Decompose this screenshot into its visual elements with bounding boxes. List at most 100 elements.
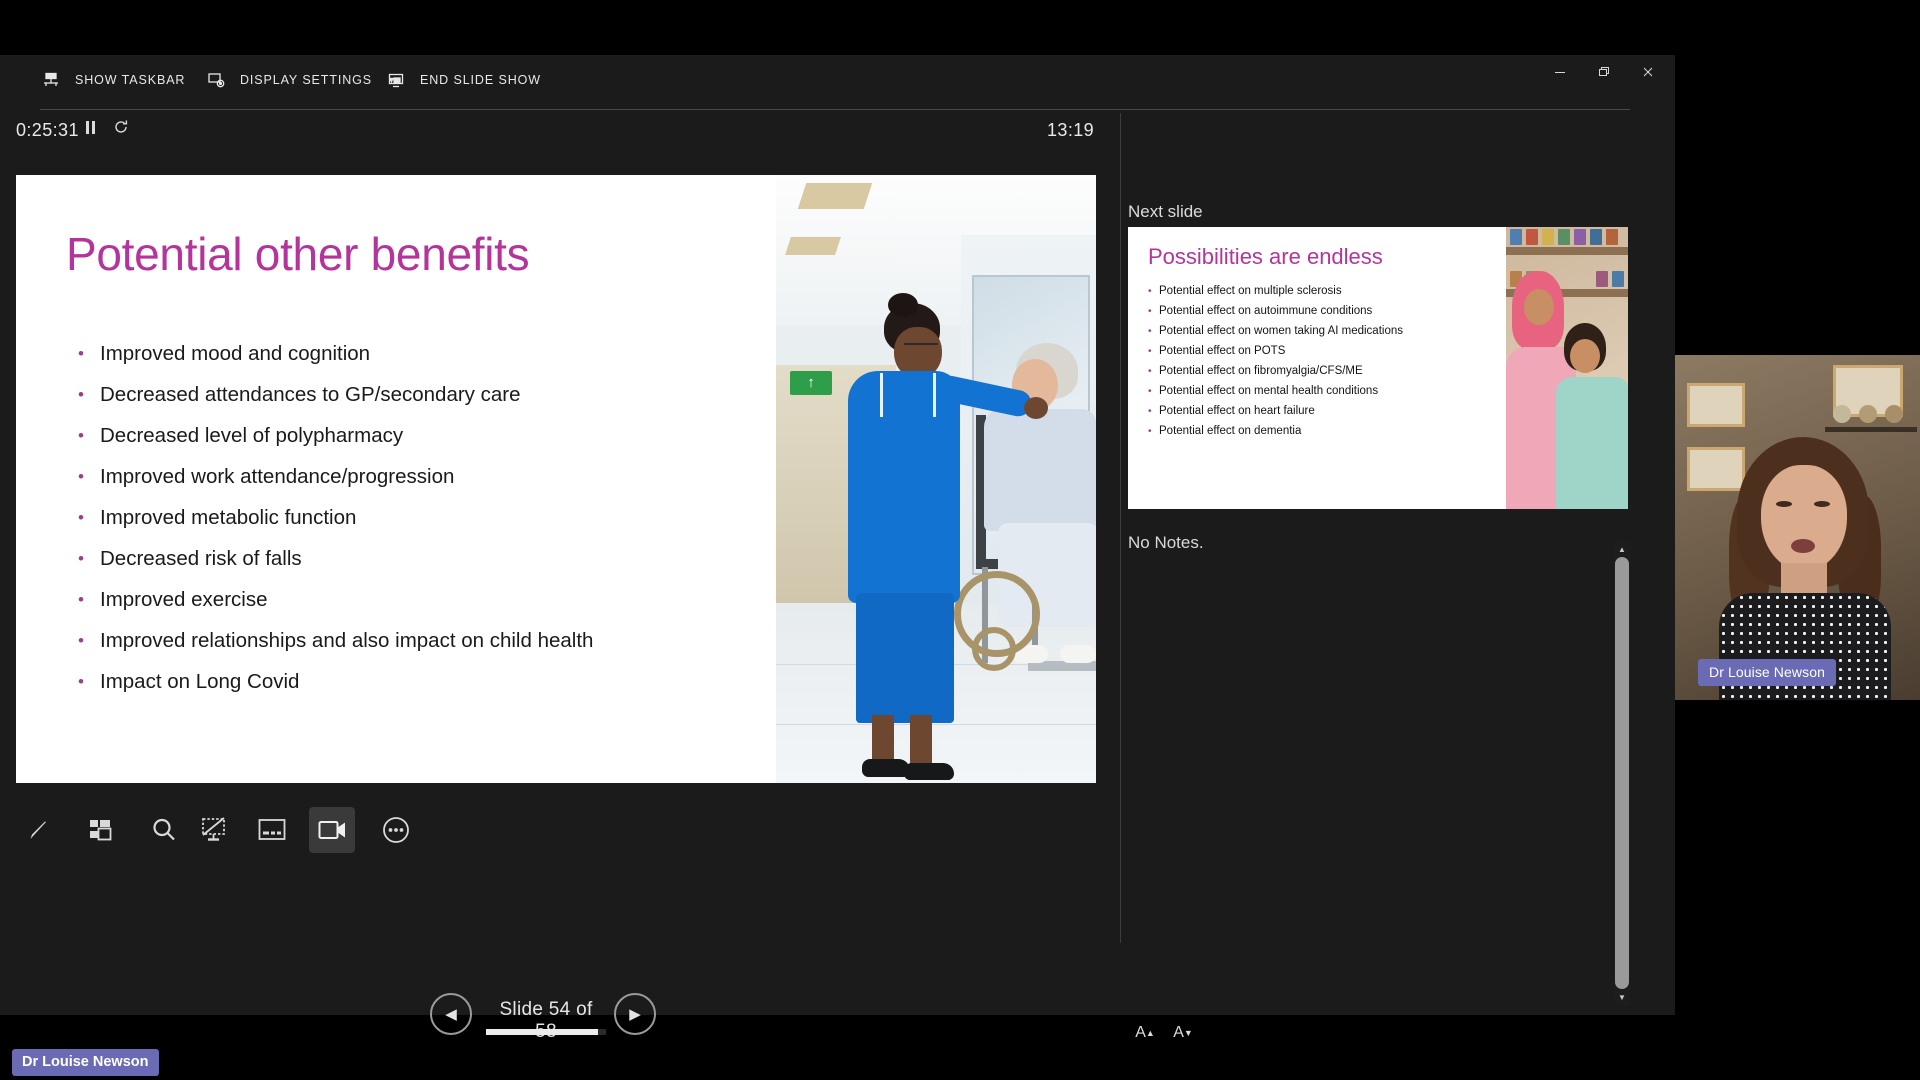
bullet-text: Improved work attendance/progression: [100, 465, 455, 489]
bullet-icon: •: [78, 631, 84, 651]
list-item: • Potential effect on dementia: [1148, 425, 1468, 438]
bullet-icon: •: [78, 344, 84, 363]
list-item: • Potential effect on autoimmune conditi…: [1148, 305, 1468, 318]
bullet-icon: •: [78, 467, 84, 487]
minimize-button[interactable]: [1537, 55, 1583, 89]
see-all-slides-icon[interactable]: [78, 807, 124, 853]
previous-slide-button[interactable]: ◀: [430, 993, 472, 1035]
bullet-text: Potential effect on women taking AI medi…: [1159, 325, 1403, 337]
bullet-text: Potential effect on fibromyalgia/CFS/ME: [1159, 365, 1363, 377]
display-settings-label: DISPLAY SETTINGS: [240, 73, 373, 87]
increase-font-label: A: [1135, 1024, 1146, 1041]
slide-bullet-list: • Improved mood and cognition • Decrease…: [78, 342, 778, 712]
show-taskbar-label: SHOW TASKBAR: [75, 73, 186, 87]
timer-row: 0:25:31 13:19: [0, 111, 1675, 155]
current-slide-preview[interactable]: Potential other benefits • Improved mood…: [16, 175, 1096, 783]
slide-counter: Slide 54 of 58: [499, 999, 593, 1042]
bullet-icon: •: [1148, 306, 1152, 317]
list-item: • Potential effect on mental health cond…: [1148, 385, 1468, 398]
bullet-text: Potential effect on multiple sclerosis: [1159, 285, 1342, 297]
pen-icon[interactable]: [16, 807, 62, 853]
bullet-icon: •: [1148, 346, 1152, 357]
subtitles-icon[interactable]: [249, 807, 295, 853]
end-slide-show-icon: [385, 69, 407, 91]
bullet-icon: •: [78, 590, 84, 610]
taskbar-participant-name[interactable]: Dr Louise Newson: [12, 1049, 159, 1076]
slide-progress-bar[interactable]: [486, 1029, 606, 1035]
scroll-down-arrow-icon[interactable]: ▼: [1614, 989, 1630, 1005]
bullet-text: Decreased attendances to GP/secondary ca…: [100, 383, 521, 407]
bullet-text: Improved metabolic function: [100, 506, 357, 530]
bullet-icon: •: [78, 426, 84, 446]
reset-timer-button[interactable]: [113, 119, 135, 135]
next-arrow-icon: ▶: [629, 1006, 641, 1023]
pause-timer-button[interactable]: [85, 120, 107, 135]
bullet-text: Potential effect on mental health condit…: [1159, 385, 1379, 397]
slide-photo: [776, 175, 1096, 783]
next-slide-thumbnail[interactable]: Possibilities are endless • Potential ef…: [1128, 227, 1628, 509]
end-slide-show-label: END SLIDE SHOW: [420, 73, 541, 87]
decrease-font-size-button[interactable]: A ▼: [1166, 1018, 1200, 1048]
presenter-top-command-bar: SHOW TASKBAR DISPLAY SETTINGS ▼ END SLID…: [0, 55, 1675, 111]
show-taskbar-button[interactable]: SHOW TASKBAR: [40, 69, 185, 91]
bullet-text: Improved relationships and also impact o…: [100, 629, 594, 653]
bullet-icon: •: [1148, 326, 1152, 337]
slide-show-toolbar: [16, 807, 436, 861]
bullet-icon: •: [1148, 426, 1152, 437]
next-slide-label: Next slide: [1128, 202, 1203, 221]
bullet-icon: •: [78, 549, 84, 569]
bullet-icon: •: [1148, 286, 1152, 297]
list-item: • Improved metabolic function: [78, 507, 778, 530]
decrease-font-label: A: [1173, 1024, 1184, 1041]
slide-progress-fill: [486, 1029, 598, 1035]
list-item: • Decreased attendances to GP/secondary …: [78, 383, 778, 407]
wall-clock: 13:19: [1047, 120, 1095, 140]
bullet-text: Potential effect on dementia: [1159, 425, 1302, 437]
increase-font-marker-icon: ▲: [1145, 1028, 1155, 1038]
scroll-up-arrow-icon[interactable]: ▲: [1614, 541, 1630, 557]
list-item: • Potential effect on POTS: [1148, 345, 1468, 358]
list-item: • Potential effect on fibromyalgia/CFS/M…: [1148, 365, 1468, 378]
notes-scrollbar[interactable]: ▲ ▼: [1614, 541, 1630, 1005]
bullet-icon: •: [1148, 406, 1152, 417]
list-item: • Impact on Long Covid: [78, 671, 778, 694]
list-item: • Potential effect on multiple sclerosis: [1148, 285, 1468, 298]
display-settings-icon: [205, 69, 227, 91]
powerpoint-presenter-view-window: SHOW TASKBAR DISPLAY SETTINGS ▼ END SLID…: [0, 55, 1675, 1042]
bullet-text: Potential effect on heart failure: [1159, 405, 1315, 417]
zoom-icon[interactable]: [141, 807, 187, 853]
next-slide-button[interactable]: ▶: [614, 993, 656, 1035]
bullet-icon: •: [78, 508, 84, 528]
webcam-video-tile[interactable]: [1675, 355, 1920, 700]
bullet-text: Decreased risk of falls: [100, 547, 302, 571]
list-item: • Improved mood and cognition: [78, 342, 778, 366]
bullet-text: Improved exercise: [100, 588, 268, 612]
list-item: • Potential effect on women taking AI me…: [1148, 325, 1468, 338]
bullet-text: Potential effect on autoimmune condition…: [1159, 305, 1373, 317]
display-settings-menu[interactable]: DISPLAY SETTINGS ▼: [205, 69, 397, 91]
screen-stage: SHOW TASKBAR DISPLAY SETTINGS ▼ END SLID…: [0, 0, 1920, 1080]
list-item: • Improved exercise: [78, 589, 778, 612]
speaker-notes-area[interactable]: No Notes.: [1128, 533, 1628, 953]
previous-arrow-icon: ◀: [445, 1006, 457, 1023]
topbar-divider: [40, 109, 1630, 110]
restore-button[interactable]: [1581, 55, 1627, 89]
next-slide-bullet-list: • Potential effect on multiple sclerosis…: [1148, 285, 1468, 445]
scrollbar-thumb[interactable]: [1615, 557, 1629, 989]
list-item: • Decreased risk of falls: [78, 548, 778, 571]
blank-screen-icon[interactable]: [191, 807, 237, 853]
end-slide-show-button[interactable]: END SLIDE SHOW: [385, 69, 541, 91]
bullet-icon: •: [1148, 386, 1152, 397]
slide-navigation: ◀ Slide 54 of 58 ▶: [430, 985, 680, 1045]
bullet-text: Impact on Long Covid: [100, 670, 300, 694]
bullet-text: Improved mood and cognition: [100, 342, 371, 365]
list-item: • Improved work attendance/progression: [78, 466, 778, 489]
more-options-icon[interactable]: [373, 807, 419, 853]
slide-title: Potential other benefits: [66, 228, 530, 280]
close-button[interactable]: [1625, 55, 1671, 89]
notes-text: No Notes.: [1128, 533, 1204, 552]
webcam-participant-name: Dr Louise Newson: [1698, 659, 1836, 686]
list-item: • Potential effect on heart failure: [1148, 405, 1468, 418]
camera-toggle-icon[interactable]: [309, 807, 355, 853]
increase-font-size-button[interactable]: A ▲: [1128, 1018, 1162, 1048]
